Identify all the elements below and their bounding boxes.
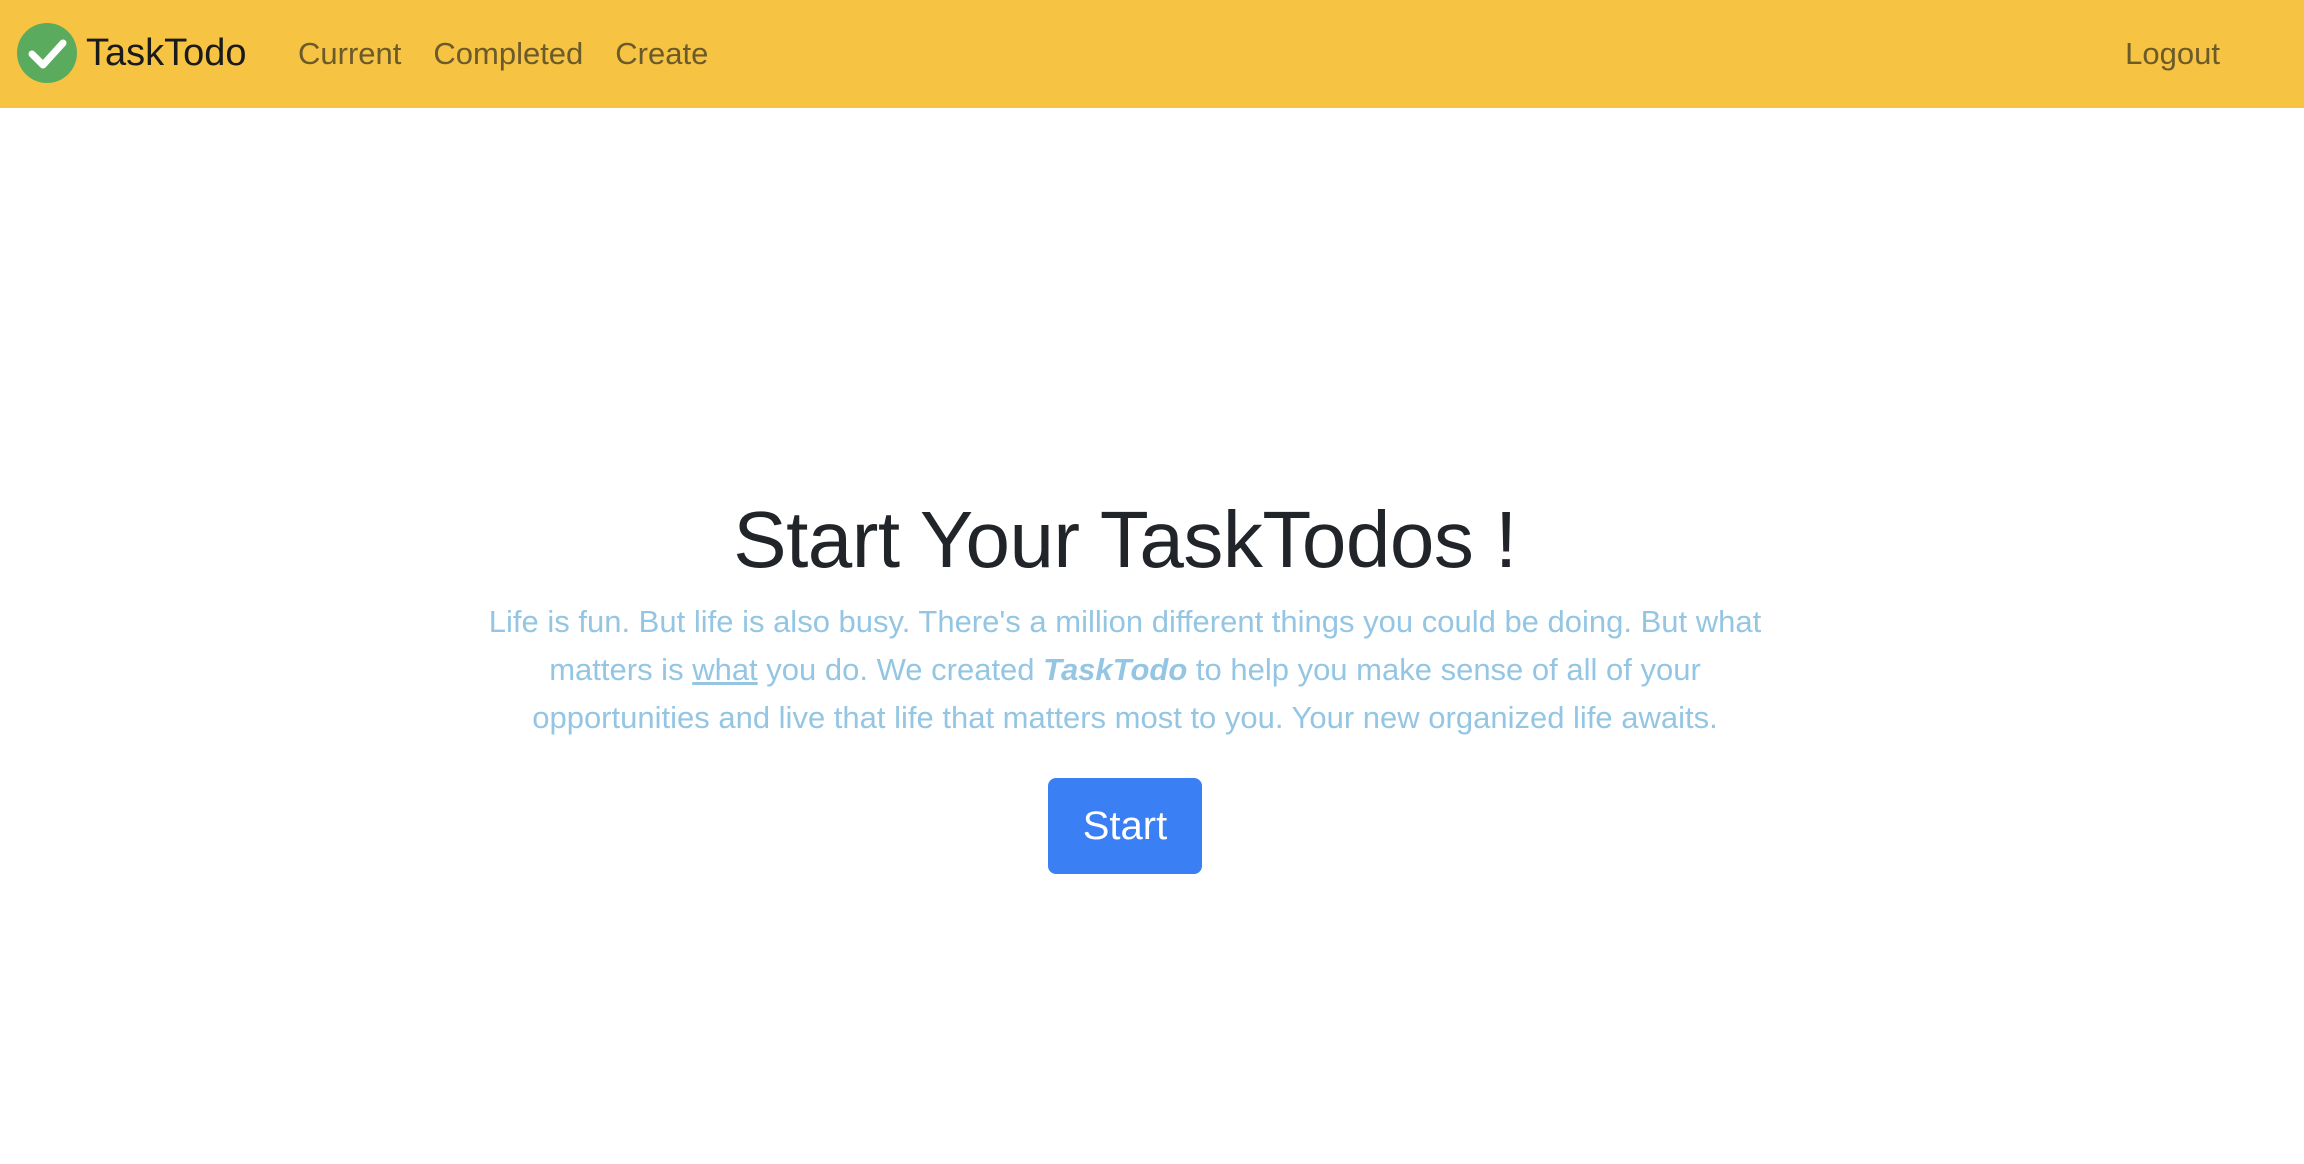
hero-lead-brand: TaskTodo — [1043, 652, 1188, 687]
nav-link-current[interactable]: Current — [298, 36, 401, 72]
check-circle-icon — [16, 22, 78, 84]
brand-name: TaskTodo — [86, 31, 247, 74]
hero-section: Start Your TaskTodos ! Life is fun. But … — [0, 490, 2250, 874]
hero-lead-text-2: you do. We created — [757, 652, 1044, 687]
nav-link-completed[interactable]: Completed — [433, 36, 583, 72]
hero-lead: Life is fun. But life is also busy. Ther… — [480, 598, 1770, 742]
nav-links: Current Completed Create — [298, 0, 740, 108]
hero-lead-underlined: what — [692, 652, 758, 687]
brand-link[interactable]: TaskTodo — [16, 22, 247, 84]
hero-title: Start Your TaskTodos ! — [733, 495, 1517, 584]
nav-link-create[interactable]: Create — [615, 36, 708, 72]
nav-right: Logout — [2125, 0, 2220, 108]
start-button[interactable]: Start — [1048, 778, 1202, 874]
top-navbar: TaskTodo Current Completed Create Logout — [0, 0, 2304, 108]
logout-link[interactable]: Logout — [2125, 36, 2220, 72]
